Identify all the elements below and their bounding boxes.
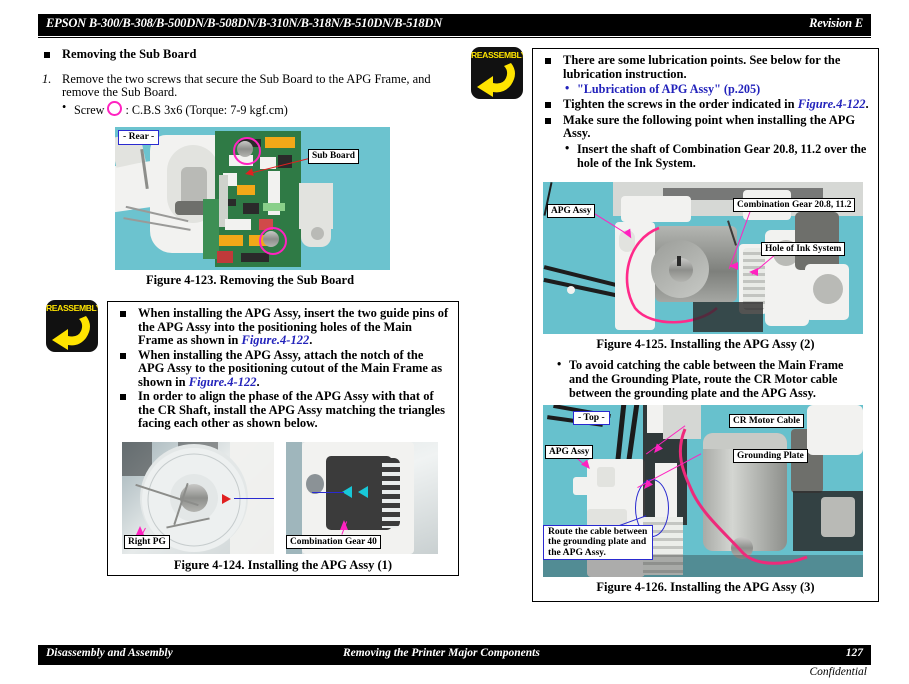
figure-125-apg-assy-label: APG Assy [547, 203, 596, 218]
figure-125-combination-gear-label: Combination Gear 20.8, 11.2 [733, 197, 856, 212]
gear-leader-line [312, 491, 344, 493]
figure-124-caption: Figure 4-124. Installing the APG Assy (1… [173, 557, 393, 572]
note-bullet-text: There are some lubrication points. See b… [563, 53, 841, 81]
screw-highlight-top [233, 137, 261, 166]
figure-123-orientation-label: - Rear - [118, 130, 160, 145]
figure-126-orientation-label: - Top - [573, 410, 610, 425]
reassembly-note-right: REASSEMBLY There are some lubrication po… [471, 47, 879, 602]
page-header-bar: EPSON B-300/B-308/B-500DN/B-508DN/B-310N… [38, 14, 871, 36]
reassembly-note-right-body: There are some lubrication points. See b… [533, 49, 878, 176]
red-triangle-marker [222, 493, 231, 504]
triangle-leader-line [234, 497, 274, 499]
figure-126-caption: Figure 4-126. Installing the APG Assy (3… [596, 579, 815, 594]
note-bullet-ref: Figure.4-122 [241, 333, 310, 348]
insert-shaft-text: Insert the shaft of Combination Gear 20.… [577, 141, 867, 170]
footer-middle: Removing the Printer Major Components [343, 647, 540, 659]
cable-routing-bullet: To avoid catching the cable between the … [557, 357, 864, 400]
reassembly-icon-right: REASSEMBLY [471, 47, 523, 99]
screw-spec-line: Screw : C.B.S 3x6 (Torque: 7-9 kgf.cm) [62, 100, 460, 118]
figure-124-right-pg-label: Right PG [124, 534, 170, 550]
note-bullet: When installing the APG Assy, insert the… [116, 306, 450, 348]
lubrication-link-text: "Lubrication of APG Assy" (p.205) [577, 82, 761, 96]
footer-left: Disassembly and Assembly [46, 647, 173, 659]
step-number: 1. [42, 71, 52, 86]
figure-125-hole-ink-label: Hole of Ink System [761, 241, 846, 256]
reassembly-note-left-body: When installing the APG Assy, insert the… [108, 302, 458, 438]
note-bullet: Tighten the screws in the order indicate… [541, 97, 870, 112]
screw-circle-icon [107, 101, 123, 117]
cyan-triangle-marker-right [358, 485, 368, 498]
note-bullet: In order to align the phase of the APG A… [116, 389, 450, 431]
figure-126-route-note-label: Route the cable between the grounding pl… [543, 524, 653, 560]
combination-gear-arrow-125 [729, 261, 738, 270]
figure-126-cr-motor-cable-label: CR Motor Cable [729, 413, 805, 428]
right-column: REASSEMBLY There are some lubrication po… [470, 47, 890, 602]
lubrication-link[interactable]: "Lubrication of APG Assy" (p.205) [565, 81, 870, 96]
left-column: Removing the Sub Board 1. Remove the two… [40, 47, 460, 576]
header-revision: Revision E [809, 16, 863, 30]
figure-126-apg-assy-label: APG Assy [545, 444, 594, 459]
note-bullet: When installing the APG Assy, attach the… [116, 347, 450, 390]
footer-confidential: Confidential [809, 666, 868, 678]
note-bullet-text: In order to align the phase of the APG A… [138, 389, 445, 431]
hole-ink-arrow-125 [749, 267, 758, 276]
note-bullet: Make sure the following point when insta… [541, 112, 870, 141]
note-bullet-post: . [256, 374, 260, 389]
figure-123: - Rear - Sub Board Figure 4-123. Removin… [40, 127, 460, 288]
section-heading: Removing the Sub Board [40, 47, 460, 62]
cable-routing-text: To avoid catching the cable between the … [569, 357, 844, 400]
figure-125-caption: Figure 4-125. Installing the APG Assy (2… [596, 336, 815, 351]
note-bullet-text: When installing the APG Assy, attach the… [138, 347, 443, 389]
reassembly-note-left: REASSEMBLY When installing the APG Assy,… [46, 300, 459, 576]
figure-123-sub-board-label: Sub Board [308, 149, 359, 164]
figure-125: APG Assy Combination Gear 20.8, 11.2 Hol… [543, 181, 868, 352]
insert-shaft-bullet: Insert the shaft of Combination Gear 20.… [565, 141, 870, 170]
note-bullet-text: Make sure the following point when insta… [563, 112, 856, 140]
figure-123-caption: Figure 4-123. Removing the Sub Board [145, 273, 355, 288]
note-bullet-post: . [865, 97, 869, 111]
note-bullet-text: Tighten the screws in the order indicate… [563, 97, 798, 111]
screw-prefix: Screw [74, 103, 105, 118]
step-1: 1. Remove the two screws that secure the… [40, 71, 460, 101]
figure-126: - Top - APG Assy CR Motor Cable Groundin… [543, 404, 868, 595]
note-bullet-ref: Figure.4-122 [188, 374, 257, 389]
page-footer-bar: Disassembly and Assembly Removing the Pr… [38, 645, 871, 665]
screw-highlight-bottom [259, 227, 287, 256]
manual-page: EPSON B-300/B-308/B-500DN/B-508DN/B-310N… [0, 0, 909, 684]
figure-124-combination-gear-label: Combination Gear 40 [286, 534, 381, 550]
note-bullet-post: . [309, 333, 313, 348]
figure-126-grounding-plate-label: Grounding Plate [733, 448, 808, 463]
step-text: Remove the two screws that secure the Su… [62, 71, 431, 100]
reassembly-icon-left: REASSEMBLY [46, 300, 98, 353]
note-bullet: There are some lubrication points. See b… [541, 53, 870, 81]
screw-suffix: : C.B.S 3x6 (Torque: 7-9 kgf.cm) [125, 103, 288, 118]
figure-124: Right PG Combination Gear 40 Figure 4-12… [114, 441, 452, 573]
header-title: EPSON B-300/B-308/B-500DN/B-508DN/B-310N… [46, 16, 443, 30]
note-bullet-ref: Figure.4-122 [797, 97, 866, 111]
footer-page-number: 127 [845, 647, 863, 659]
header-rule [38, 37, 871, 38]
